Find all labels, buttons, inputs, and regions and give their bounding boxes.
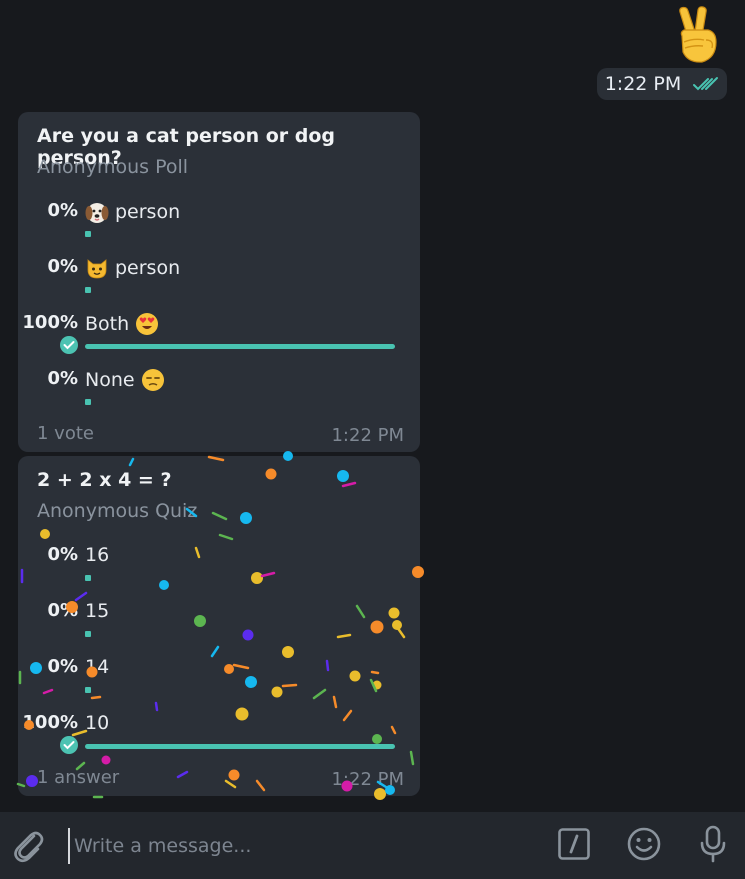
vote-count[interactable]: 1 vote [37, 423, 94, 444]
quiz-question: 2 + 2 x 4 = ? [37, 469, 172, 491]
option-percent: 0% [47, 200, 78, 221]
message-time: 1:22 PM [604, 73, 682, 95]
option-result-bar [85, 231, 91, 237]
option-text: Both [85, 313, 130, 335]
unamused-face-emoji [141, 368, 165, 392]
option-percent: 0% [47, 600, 78, 621]
option-text: None [85, 369, 135, 391]
chosen-check-icon [60, 336, 78, 354]
poll-option[interactable]: 0% person [18, 256, 420, 306]
chosen-check-icon [60, 736, 78, 754]
heart-eyes-emoji [135, 312, 159, 336]
quiz-option[interactable]: 0% 14 [18, 656, 420, 706]
slash-command-icon[interactable] [558, 828, 590, 860]
poll-message[interactable]: Are you a cat person or dog person? Anon… [18, 112, 420, 452]
option-percent: 0% [47, 368, 78, 389]
option-result-bar [85, 575, 91, 581]
message-time-badge: 1:22 PM [597, 68, 727, 100]
quiz-option[interactable]: 0% 16 [18, 544, 420, 594]
quiz-type-label: Anonymous Quiz [37, 500, 198, 522]
option-result-bar [85, 399, 91, 405]
option-percent: 100% [22, 712, 78, 733]
option-percent: 100% [22, 312, 78, 333]
paperclip-icon[interactable] [10, 826, 46, 864]
option-text: 15 [85, 600, 110, 622]
option-text: person [115, 201, 181, 223]
message-time: 1:22 PM [331, 425, 404, 446]
option-result-bar [85, 631, 91, 637]
double-check-icon [693, 76, 719, 92]
microphone-icon[interactable] [696, 824, 730, 864]
option-text: 14 [85, 656, 110, 678]
chat-history[interactable]: 1:22 PM Are you a cat person or dog pers… [0, 0, 745, 812]
option-percent: 0% [47, 544, 78, 565]
message-time: 1:22 PM [331, 769, 404, 790]
option-percent: 0% [47, 256, 78, 277]
quiz-message[interactable]: 2 + 2 x 4 = ? Anonymous Quiz 0% 16 0% 15… [18, 456, 420, 796]
poll-option[interactable]: 0% None [18, 368, 420, 418]
cat-face-emoji [85, 256, 109, 280]
poll-type-label: Anonymous Poll [37, 156, 189, 178]
smiley-icon[interactable] [626, 826, 662, 862]
message-composer [0, 812, 745, 879]
dog-face-emoji [85, 200, 109, 224]
answer-count[interactable]: 1 answer [37, 767, 119, 788]
option-percent: 0% [47, 656, 78, 677]
option-result-bar [85, 344, 395, 349]
option-result-bar [85, 287, 91, 293]
message-input[interactable] [68, 828, 546, 864]
option-text: 16 [85, 544, 110, 566]
option-result-bar [85, 687, 91, 693]
quiz-option[interactable]: 0% 15 [18, 600, 420, 650]
quiz-option[interactable]: 100% 10 [18, 712, 420, 762]
option-text: 10 [85, 712, 110, 734]
poll-option[interactable]: 0% person [18, 200, 420, 250]
poll-option[interactable]: 100% Both [18, 312, 420, 362]
option-text: person [115, 257, 181, 279]
victory-hand-emoji[interactable] [670, 6, 728, 66]
option-result-bar [85, 744, 395, 749]
